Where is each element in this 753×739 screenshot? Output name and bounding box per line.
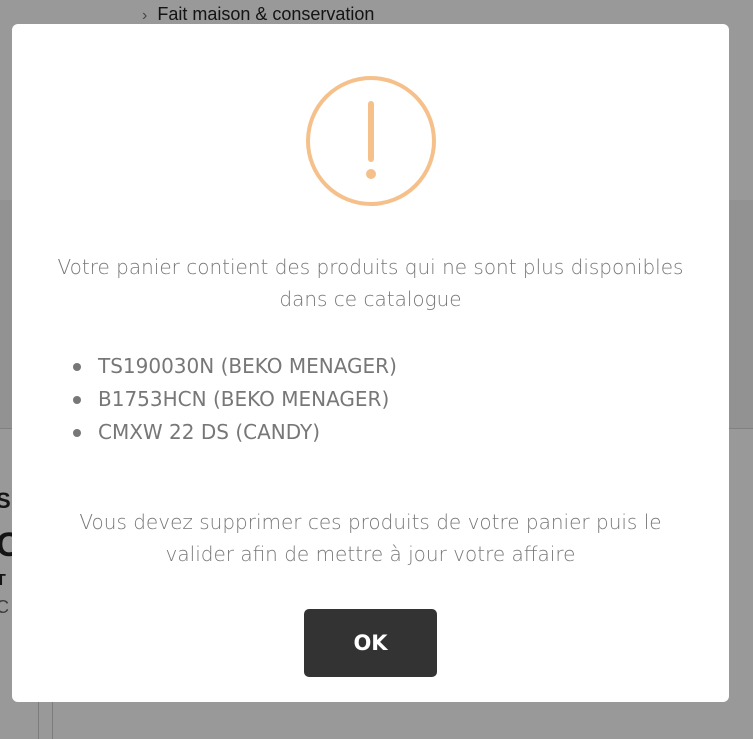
- dialog-message: Votre panier contient des produits qui n…: [57, 255, 684, 311]
- unavailable-products-list: TS190030N (BEKO MENAGER) B1753HCN (BEKO …: [72, 350, 397, 449]
- dialog-instruction: Vous devez supprimer ces produits de vot…: [79, 510, 662, 566]
- unavailable-products-dialog: Votre panier contient des produits qui n…: [12, 24, 729, 702]
- bullet-icon: [73, 429, 81, 437]
- bullet-icon: [73, 363, 81, 371]
- ok-button[interactable]: OK: [304, 609, 437, 677]
- list-item: CMXW 22 DS (CANDY): [72, 416, 397, 449]
- list-item: TS190030N (BEKO MENAGER): [72, 350, 397, 383]
- bullet-icon: [73, 396, 81, 404]
- list-item: B1753HCN (BEKO MENAGER): [72, 383, 397, 416]
- exclamation-circle-icon: [306, 76, 436, 206]
